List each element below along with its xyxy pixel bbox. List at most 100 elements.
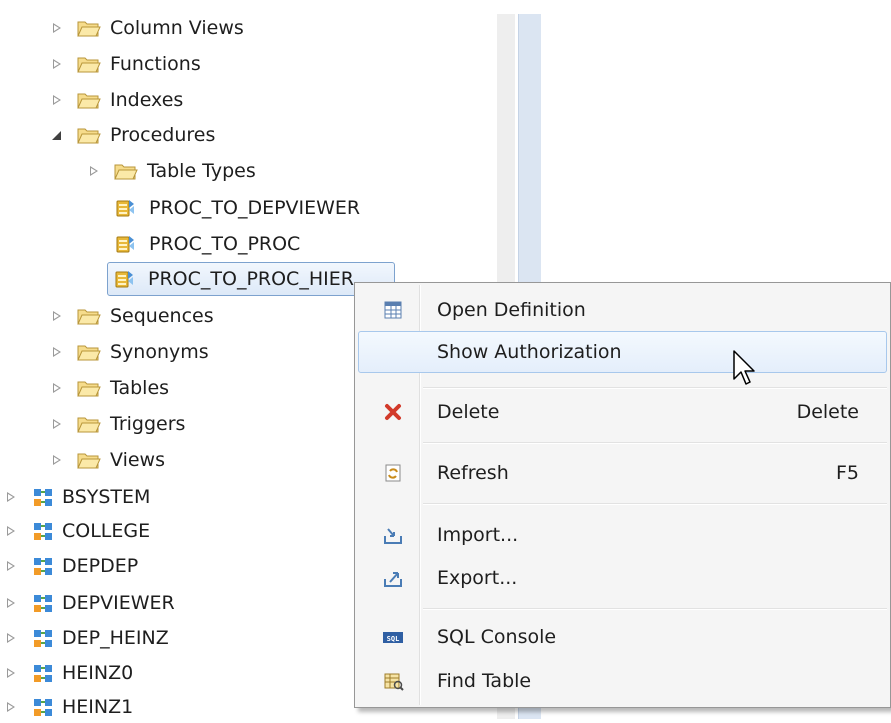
- tree-item-label: Sequences: [110, 305, 214, 327]
- tree-item-schema[interactable]: DEPDEP: [4, 550, 138, 582]
- schema-icon: [34, 595, 52, 612]
- tree-item-label: DEP_HEINZ: [62, 627, 169, 649]
- tree-item-sequences[interactable]: Sequences: [50, 300, 214, 332]
- menu-item-export[interactable]: Export...: [358, 558, 887, 598]
- schema-icon: [34, 558, 52, 575]
- schema-icon: [34, 699, 52, 716]
- sql-console-icon: SQL: [383, 632, 403, 643]
- tree-item-procedures[interactable]: Procedures: [50, 119, 215, 151]
- schema-icon: [34, 489, 52, 506]
- menu-item-find-table[interactable]: Find Table: [358, 661, 887, 701]
- tree-item-synonyms[interactable]: Synonyms: [50, 336, 209, 368]
- menu-separator: [423, 608, 887, 610]
- expand-arrow-icon[interactable]: [4, 700, 18, 714]
- tree-item-procedure[interactable]: PROC_TO_DEPVIEWER: [113, 192, 360, 224]
- expand-arrow-icon[interactable]: [4, 596, 18, 610]
- folder-icon: [114, 164, 138, 180]
- expand-arrow-icon[interactable]: [50, 381, 64, 395]
- tree-item-views[interactable]: Views: [50, 444, 165, 476]
- menu-item-delete[interactable]: Delete Delete: [358, 392, 887, 432]
- schema-icon: [34, 523, 52, 540]
- menu-item-sql-console[interactable]: SQL SQL Console: [358, 617, 887, 657]
- tree-item-schema[interactable]: BSYSTEM: [4, 481, 150, 513]
- menu-item-refresh[interactable]: Refresh F5: [358, 453, 887, 493]
- expand-arrow-icon[interactable]: [50, 417, 64, 431]
- tree-item-label: Views: [110, 449, 165, 471]
- expand-arrow-icon[interactable]: [4, 666, 18, 680]
- tree-item-table-types[interactable]: Table Types: [87, 155, 256, 187]
- tree-item-schema[interactable]: DEPVIEWER: [4, 587, 175, 619]
- folder-icon: [77, 453, 101, 469]
- tree-item-label: Column Views: [110, 17, 244, 39]
- tree-item-schema[interactable]: HEINZ0: [4, 657, 133, 689]
- procedure-icon: [116, 235, 135, 253]
- tree-item-tables[interactable]: Tables: [50, 372, 169, 404]
- expand-arrow-icon[interactable]: [50, 309, 64, 323]
- tree-item-label: HEINZ1: [62, 696, 134, 718]
- tree-item-label: Synonyms: [110, 341, 209, 363]
- menu-item-show-authorization[interactable]: Show Authorization: [358, 331, 887, 373]
- folder-icon: [77, 309, 101, 325]
- expand-arrow-icon[interactable]: [50, 345, 64, 359]
- tree-item-label: PROC_TO_DEPVIEWER: [149, 197, 361, 219]
- tree-item-column-views[interactable]: Column Views: [50, 12, 244, 44]
- expand-arrow-icon[interactable]: [87, 164, 101, 178]
- expand-arrow-icon[interactable]: [50, 453, 64, 467]
- import-icon: [384, 528, 402, 544]
- tree-item-functions[interactable]: Functions: [50, 48, 201, 80]
- menu-item-label: Import...: [437, 524, 519, 546]
- tree-item-triggers[interactable]: Triggers: [50, 408, 185, 440]
- tree-item-label: HEINZ0: [62, 662, 134, 684]
- tree-item-label: BSYSTEM: [62, 486, 151, 508]
- mouse-pointer-icon: [733, 350, 755, 385]
- tree-item-label: PROC_TO_PROC_HIER: [148, 268, 354, 290]
- table-definition-icon: [384, 301, 402, 319]
- folder-icon: [77, 417, 101, 433]
- tree-item-label: Indexes: [110, 89, 184, 111]
- menu-item-open-definition[interactable]: Open Definition: [358, 290, 887, 330]
- delete-x-icon: [385, 404, 401, 420]
- tree-item-schema[interactable]: DEP_HEINZ: [4, 622, 169, 654]
- menu-item-shortcut: F5: [835, 462, 859, 484]
- menu-item-label: Show Authorization: [437, 341, 622, 363]
- tree-item-label: Procedures: [110, 124, 216, 146]
- tree-item-label: Functions: [110, 53, 201, 75]
- expand-arrow-icon[interactable]: [50, 57, 64, 71]
- collapse-arrow-icon[interactable]: [50, 128, 64, 142]
- schema-icon: [34, 665, 52, 682]
- expand-arrow-icon[interactable]: [50, 21, 64, 35]
- tree-item-label: Table Types: [147, 160, 256, 182]
- tree-item-schema[interactable]: HEINZ1: [4, 691, 133, 723]
- tree-item-label: Tables: [110, 377, 170, 399]
- menu-separator: [423, 387, 887, 389]
- tree-item-label: COLLEGE: [62, 520, 151, 542]
- tree-item-procedure-selected[interactable]: PROC_TO_PROC_HIER: [107, 262, 395, 296]
- tree-item-schema[interactable]: COLLEGE: [4, 515, 150, 547]
- find-table-icon: [384, 673, 404, 691]
- expand-arrow-icon[interactable]: [4, 631, 18, 645]
- folder-open-icon: [77, 128, 101, 144]
- procedure-icon: [115, 270, 134, 288]
- folder-icon: [77, 21, 101, 37]
- menu-item-shortcut: Delete: [796, 401, 859, 423]
- tree-item-indexes[interactable]: Indexes: [50, 84, 183, 116]
- menu-item-label: SQL Console: [437, 626, 557, 648]
- tree-item-label: DEPVIEWER: [62, 592, 175, 614]
- menu-item-label: Export...: [437, 567, 518, 589]
- folder-icon: [77, 93, 101, 109]
- expand-arrow-icon[interactable]: [50, 93, 64, 107]
- refresh-icon: [385, 464, 401, 482]
- menu-item-import[interactable]: Import...: [358, 515, 887, 555]
- svg-text:SQL: SQL: [387, 635, 400, 643]
- expand-arrow-icon[interactable]: [4, 559, 18, 573]
- expand-arrow-icon[interactable]: [4, 490, 18, 504]
- menu-item-label: Open Definition: [437, 299, 586, 321]
- schema-icon: [34, 630, 52, 647]
- tree-item-procedure[interactable]: PROC_TO_PROC: [113, 228, 300, 260]
- menu-separator: [423, 442, 887, 444]
- folder-icon: [77, 57, 101, 73]
- folder-icon: [77, 345, 101, 361]
- context-menu: Open Definition Show Authorization Delet…: [354, 282, 891, 708]
- menu-item-label: Refresh: [437, 462, 509, 484]
- expand-arrow-icon[interactable]: [4, 524, 18, 538]
